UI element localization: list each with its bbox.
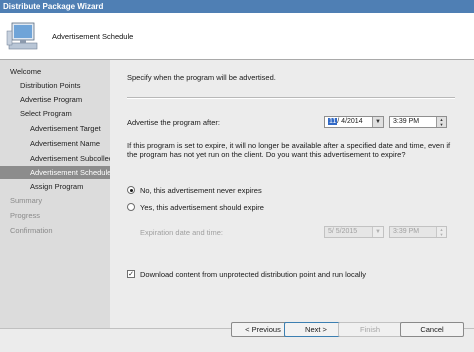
- wizard-window: Distribute Package Wizard Advertisement …: [0, 0, 474, 352]
- finish-button: Finish: [338, 322, 402, 337]
- cancel-button[interactable]: Cancel: [400, 322, 464, 337]
- advertise-date-picker[interactable]: 11/ 4/2014 ▼: [324, 116, 384, 128]
- expiration-date-value: 5/ 5/2015: [328, 228, 358, 235]
- advertise-after-label: Advertise the program after:: [127, 118, 220, 127]
- advertise-date-rest: / 4/2014: [337, 118, 363, 125]
- nav-item-summary: Summary: [10, 196, 43, 205]
- title-bar: Distribute Package Wizard: [0, 0, 474, 13]
- wizard-header: Advertisement Schedule: [0, 13, 474, 60]
- checkmark-icon: ✓: [128, 271, 134, 278]
- time-spinner-icon: ▲ ▼: [436, 227, 446, 237]
- expiration-time-picker: 3:39 PM ▲ ▼: [389, 226, 447, 238]
- page-title: Advertisement Schedule: [52, 32, 134, 41]
- radio-should-expire-label[interactable]: Yes, this advertisement should expire: [140, 203, 264, 212]
- expiration-date-picker: 5/ 5/2015 ▼: [324, 226, 384, 238]
- chevron-down-icon[interactable]: ▼: [372, 117, 383, 127]
- divider: [127, 97, 455, 99]
- advertise-date-month: 11: [328, 118, 338, 125]
- advertise-time-picker[interactable]: 3:39 PM ▲ ▼: [389, 116, 447, 128]
- expire-question: If this program is set to expire, it wil…: [127, 141, 451, 159]
- nav-item-welcome[interactable]: Welcome: [0, 65, 120, 78]
- time-spinner-icon[interactable]: ▲ ▼: [436, 117, 446, 127]
- advertise-time-value: 3:39 PM: [393, 118, 420, 125]
- chevron-down-icon: ▼: [372, 227, 383, 237]
- computer-monitor-icon: [6, 22, 38, 50]
- wizard-nav: Welcome Distribution Points Advertise Pr…: [0, 60, 140, 328]
- radio-never-expires[interactable]: [127, 186, 135, 194]
- radio-selected-dot: [130, 189, 133, 192]
- download-content-checkbox[interactable]: ✓: [127, 270, 135, 278]
- expiration-label: Expiration date and time:: [140, 228, 223, 237]
- radio-never-expires-label[interactable]: No, this advertisement never expires: [140, 186, 262, 195]
- intro-text: Specify when the program will be adverti…: [127, 73, 276, 82]
- nav-item-progress: Progress: [10, 211, 41, 220]
- expiration-time-value: 3:39 PM: [393, 228, 420, 235]
- nav-item-confirmation: Confirmation: [10, 226, 53, 235]
- radio-should-expire[interactable]: [127, 203, 135, 211]
- download-content-label[interactable]: Download content from unprotected distri…: [140, 270, 366, 279]
- window-title: Distribute Package Wizard: [3, 2, 104, 11]
